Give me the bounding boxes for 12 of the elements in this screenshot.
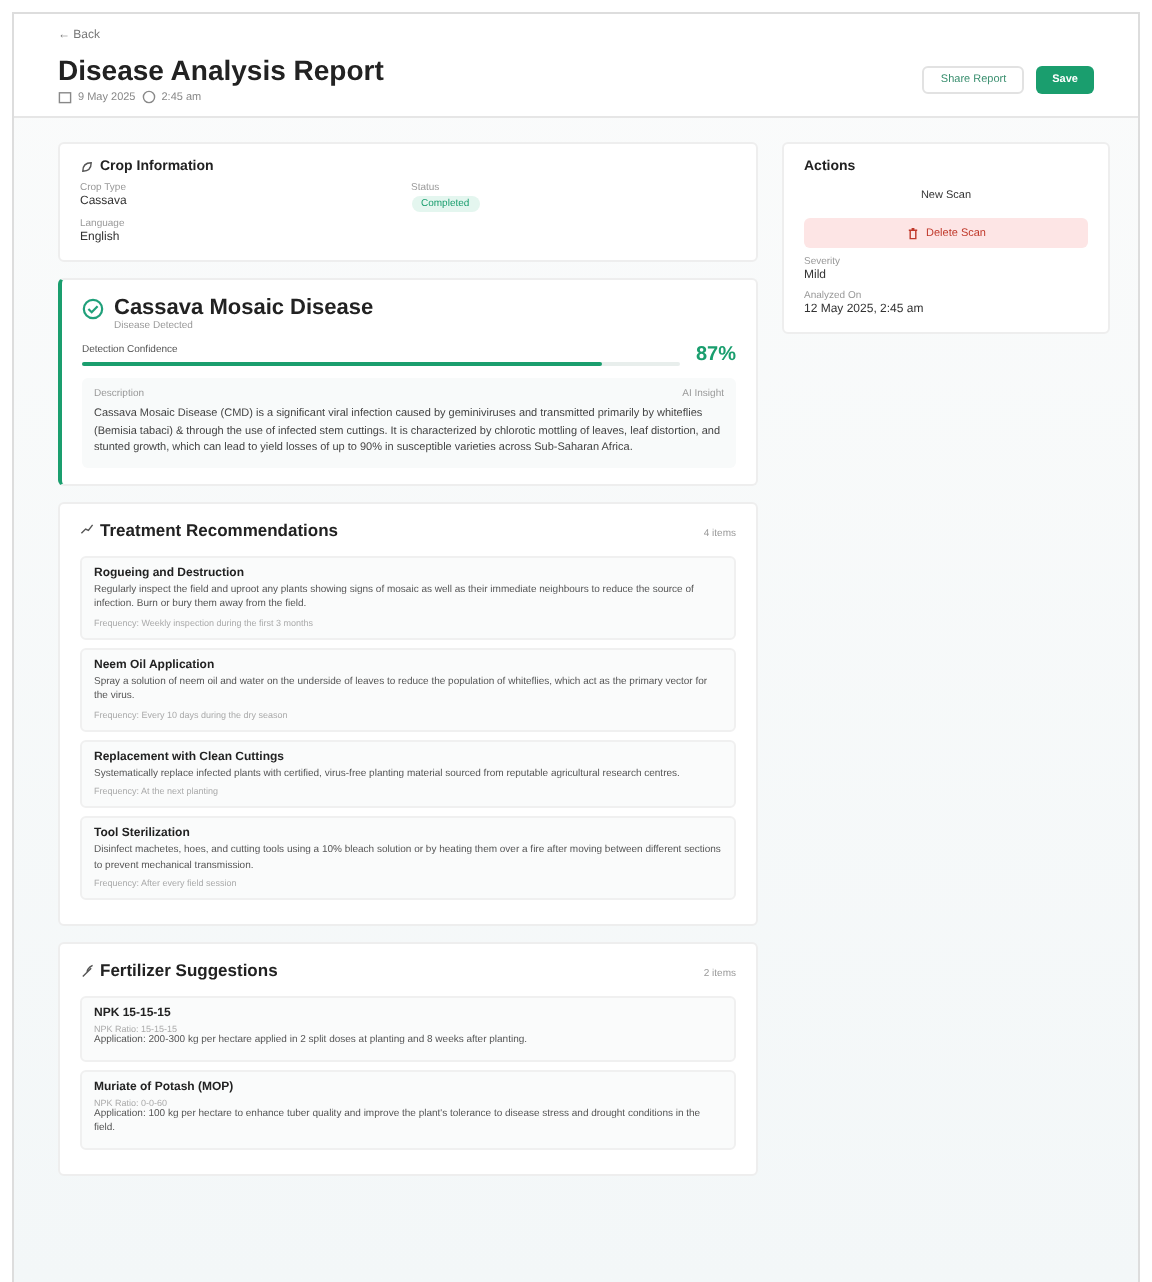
leaf-icon <box>80 160 94 174</box>
confidence-value: 87% <box>695 344 736 366</box>
check-circle-icon <box>82 297 104 319</box>
sprout-icon <box>80 963 94 978</box>
section-title: Treatment Recommendations <box>100 519 339 540</box>
disease-name: Cassava Mosaic Disease <box>114 296 374 320</box>
page-title: Disease Analysis Report <box>58 54 384 86</box>
clock-icon <box>141 90 156 104</box>
calendar-icon <box>58 90 72 104</box>
trash-icon <box>906 226 921 240</box>
trend-icon <box>80 522 94 537</box>
section-title: Fertilizer Suggestions <box>100 960 278 981</box>
